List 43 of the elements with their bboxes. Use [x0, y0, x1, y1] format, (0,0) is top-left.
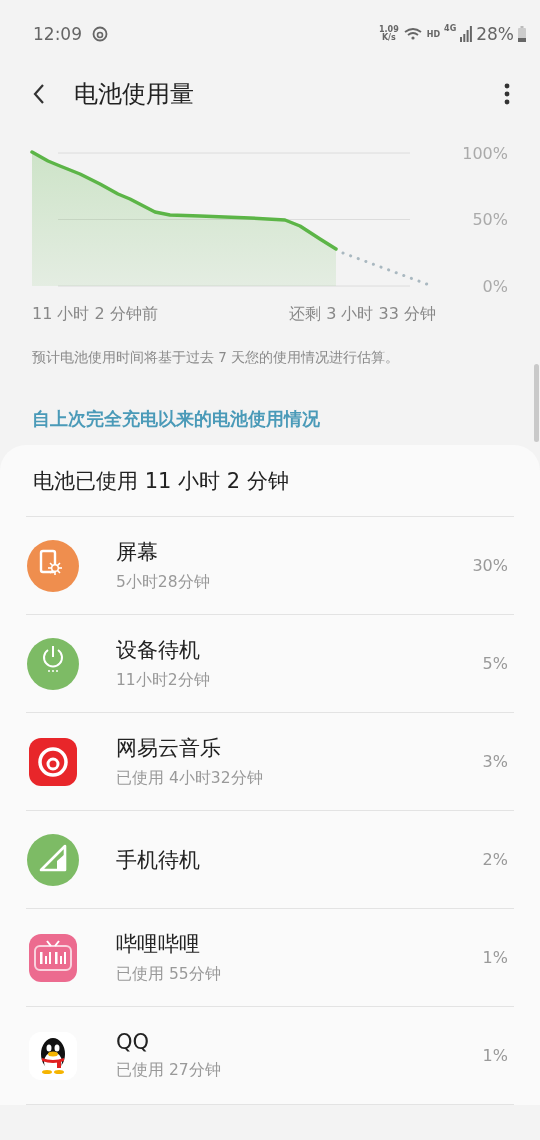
- more-icon: [504, 83, 510, 105]
- back-icon: [32, 83, 46, 105]
- x-axis-label: 11 小时 2 分钟前: [32, 304, 158, 325]
- estimate-note: 预计电池使用时间将基于过去 7 天您的使用情况进行估算。: [32, 348, 401, 367]
- screen-brightness-icon: [27, 539, 79, 592]
- x-axis-label: 还剩 3 小时 33 分钟: [289, 304, 436, 325]
- scrollbar[interactable]: [534, 364, 539, 442]
- hd-label: HD: [426, 29, 441, 39]
- item-name: QQ: [116, 1030, 151, 1054]
- axis-label: 0%: [482, 276, 508, 296]
- axis-label: 50%: [472, 210, 508, 229]
- signal-icon: [27, 833, 79, 886]
- usage-time: 11小时2分钟: [116, 670, 211, 691]
- wifi-icon: [402, 27, 423, 41]
- usage-time: 已使用 4小时32分钟: [116, 768, 264, 789]
- network-speed: 1.09 K/s: [378, 26, 399, 42]
- power-icon: [27, 637, 79, 690]
- battery-icon: [518, 26, 526, 42]
- usage-total: 电池已使用 11 小时 2 分钟: [26, 445, 514, 517]
- usage-percent: 5%: [482, 654, 508, 673]
- usage-time: 已使用 27分钟: [116, 1060, 222, 1081]
- tv-app-icon: [27, 931, 79, 984]
- page-title: 电池使用量: [74, 79, 195, 110]
- usage-time: 5小时28分钟: [116, 572, 211, 593]
- clock: 12:09: [33, 24, 82, 44]
- section-header: 自上次完全充电以来的电池使用情况: [32, 408, 321, 431]
- item-name: 网易云音乐: [116, 735, 222, 762]
- signal-icon: [460, 26, 473, 42]
- usage-time: 已使用 55分钟: [116, 964, 222, 985]
- music-app-icon: [92, 26, 108, 42]
- item-name: 屏幕: [116, 539, 159, 566]
- usage-percent: 3%: [482, 752, 508, 771]
- axis-label: 100%: [462, 143, 508, 163]
- item-name: 手机待机: [116, 846, 201, 874]
- usage-percent: 30%: [472, 556, 508, 575]
- network-type: 4G: [444, 24, 457, 33]
- usage-percent: 2%: [482, 850, 508, 869]
- item-name: 哔哩哔哩: [116, 931, 201, 958]
- music-app-icon: [27, 735, 79, 788]
- battery-level: 28%: [476, 24, 514, 44]
- usage-percent: 1%: [482, 1046, 508, 1065]
- item-name: 设备待机: [116, 637, 201, 664]
- usage-percent: 1%: [482, 948, 508, 967]
